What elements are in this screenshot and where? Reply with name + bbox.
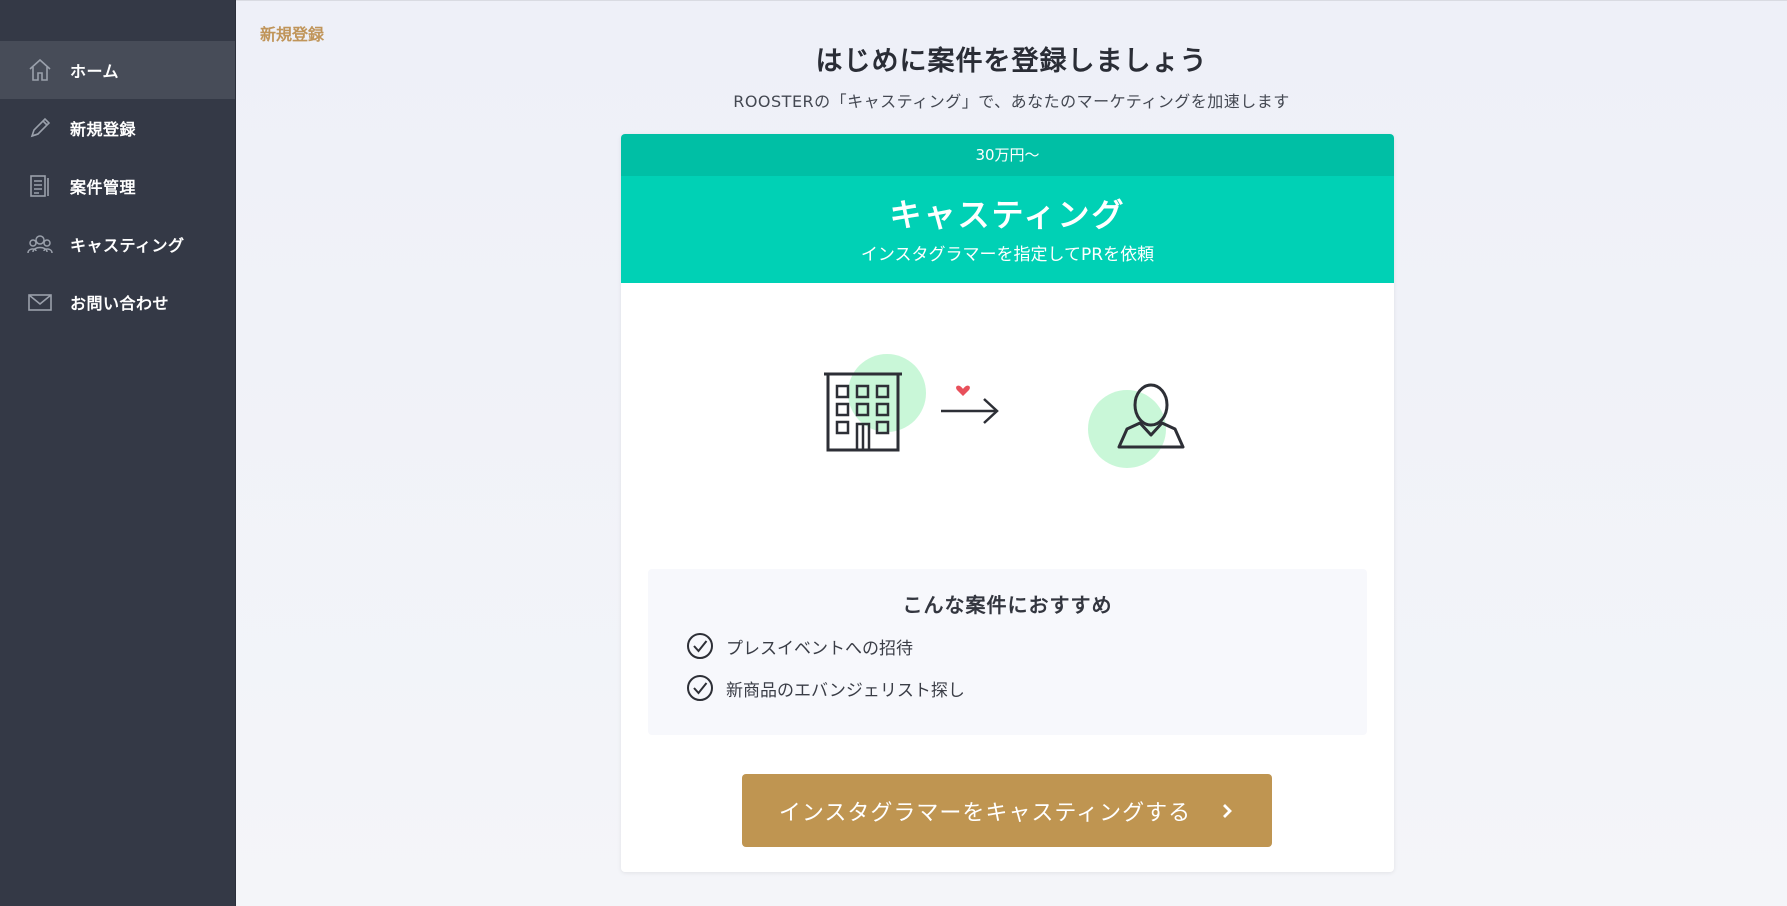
sidebar-item-home[interactable]: ホーム [0,41,235,99]
main-content: 新規登録 はじめに案件を登録しましょう ROOSTERの「キャスティング」で、あ… [236,0,1787,906]
sidebar-item-label: 新規登録 [70,120,137,139]
app-root: ホーム 新規登録 案件管理 キャスティング お問い合わせ 新規登録 はじめに案件… [0,0,1787,906]
document-icon [26,172,54,200]
building-icon [824,354,926,452]
sidebar-item-project-management[interactable]: 案件管理 [0,157,235,215]
people-icon [26,230,54,258]
card-title: キャスティング [889,196,1126,234]
mail-icon [26,288,54,316]
page-title: はじめに案件を登録しましょう [815,46,1208,77]
sidebar-item-label: キャスティング [70,236,185,255]
sidebar-item-label: 案件管理 [70,178,137,197]
illustration [621,283,1394,563]
cta-button-label: インスタグラマーをキャスティングする [778,800,1192,826]
start-casting-button[interactable]: インスタグラマーをキャスティングする [742,774,1272,847]
sidebar-item-label: ホーム [70,62,120,81]
company-to-influencer-illustration [824,354,1185,468]
heart-icon [956,385,970,396]
check-circle-icon [687,633,713,659]
home-icon [26,56,54,84]
influencer-person-icon [1088,383,1185,468]
sidebar-item-casting[interactable]: キャスティング [0,215,235,273]
recommendation-title: こんな案件におすすめ [902,593,1113,617]
sidebar-item-label: お問い合わせ [70,294,170,313]
casting-plan-card: 30万円〜 キャスティング インスタグラマーを指定してPRを依頼 こんな案件にお… [621,134,1394,872]
pencil-icon [26,114,54,142]
sidebar-item-contact[interactable]: お問い合わせ [0,273,235,331]
chevron-right-icon [1223,803,1233,818]
page-subtitle: ROOSTERの「キャスティング」で、あなたのマーケティングを加速します [733,92,1290,111]
price-banner: 30万円〜 [621,134,1394,176]
card-header: キャスティング インスタグラマーを指定してPRを依頼 [621,176,1394,283]
arrow-right-icon [941,398,999,424]
check-circle-icon [687,675,713,701]
sidebar-item-new-registration[interactable]: 新規登録 [0,99,235,157]
recommendation-box: こんな案件におすすめ プレスイベントへの招待 新商品のエバンジェリスト探し [648,569,1367,735]
list-item: 新商品のエバンジェリスト探し [686,674,1367,702]
recommendation-item-label: プレスイベントへの招待 [726,638,913,659]
recommendation-item-label: 新商品のエバンジェリスト探し [726,680,965,701]
list-item: プレスイベントへの招待 [686,632,1367,660]
sidebar: ホーム 新規登録 案件管理 キャスティング お問い合わせ [0,0,236,906]
card-description: インスタグラマーを指定してPRを依頼 [860,245,1155,265]
